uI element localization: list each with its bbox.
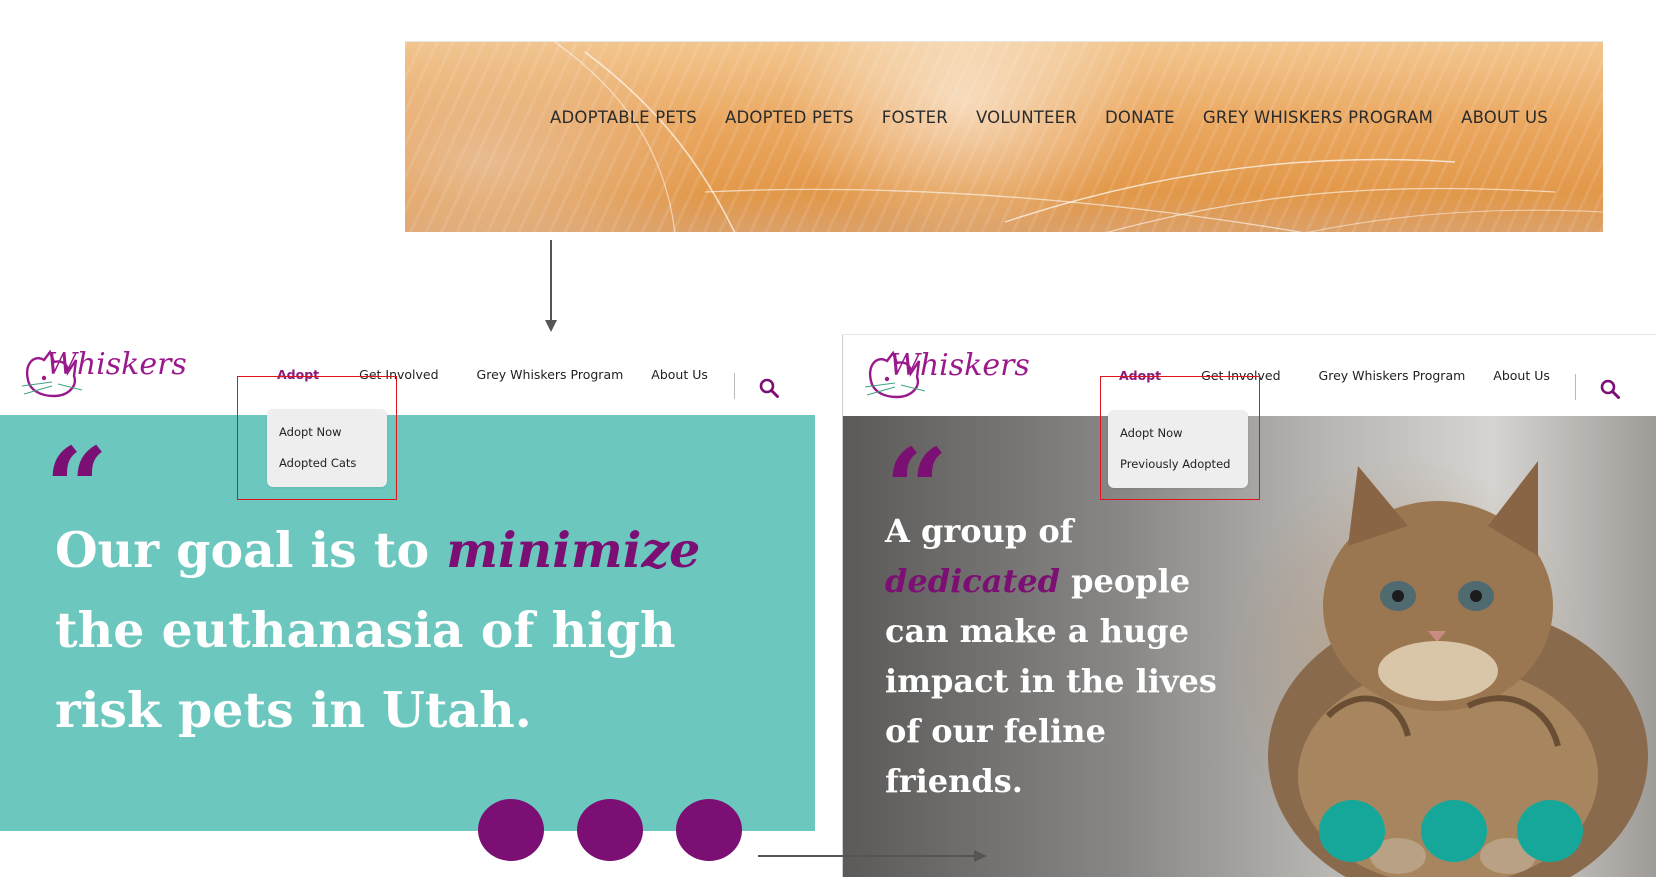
hero-headline-part1: Our goal is to xyxy=(55,521,447,579)
nav-grey-whiskers-program[interactable]: Grey Whiskers Program xyxy=(1319,368,1466,383)
annotation-highlight-box xyxy=(237,376,397,500)
old-header-banner: ADOPTABLE PETS ADOPTED PETS FOSTER VOLUN… xyxy=(405,41,1603,232)
mockup-left-header: Whiskers Adopt Get Involved Grey Whisker… xyxy=(0,334,815,415)
hero-headline-highlight: dedicated xyxy=(885,562,1060,600)
nav-divider xyxy=(734,373,735,399)
whiskers-decoration xyxy=(554,42,1603,232)
nav-divider xyxy=(1575,374,1576,400)
logo-wordmark: Whiskers xyxy=(889,348,1030,383)
flow-arrow-down-head xyxy=(545,320,557,332)
logo-wordmark: Whiskers xyxy=(46,347,187,382)
hero-headline-highlight: minimize xyxy=(446,521,701,579)
hero-banner-teal: “ Our goal is to minimize the euthanasia… xyxy=(0,415,815,831)
flow-arrow-right xyxy=(758,855,976,857)
flow-arrow-right-head xyxy=(974,850,987,862)
old-nav-volunteer[interactable]: VOLUNTEER xyxy=(976,108,1077,127)
search-icon[interactable] xyxy=(759,378,779,398)
flow-arrow-down xyxy=(550,240,552,328)
slider-dot-3[interactable] xyxy=(676,799,742,861)
old-nav-about-us[interactable]: ABOUT US xyxy=(1461,108,1548,127)
nav-about-us[interactable]: About Us xyxy=(1493,368,1550,383)
hero-headline-part2: the euthanasia of high risk pets in Utah… xyxy=(55,601,676,739)
mockup-right: Whiskers Adopt Get Involved Grey Whisker… xyxy=(842,334,1656,877)
nav-grey-whiskers-program[interactable]: Grey Whiskers Program xyxy=(477,367,624,382)
slider-dot-1[interactable] xyxy=(1319,800,1385,862)
old-nav-foster[interactable]: FOSTER xyxy=(882,108,948,127)
mockup-left: Whiskers Adopt Get Involved Grey Whisker… xyxy=(0,334,815,877)
search-icon[interactable] xyxy=(1600,379,1620,399)
old-main-nav: ADOPTABLE PETS ADOPTED PETS FOSTER VOLUN… xyxy=(550,108,1548,127)
slider-dot-2[interactable] xyxy=(1421,800,1487,862)
old-nav-adoptable-pets[interactable]: ADOPTABLE PETS xyxy=(550,108,697,127)
slider-dot-2[interactable] xyxy=(577,799,643,861)
hero-headline: Our goal is to minimize the euthanasia o… xyxy=(55,510,795,750)
nav-about-us[interactable]: About Us xyxy=(651,367,708,382)
hero-headline-part1: A group of xyxy=(885,512,1074,550)
annotation-highlight-box xyxy=(1100,376,1260,500)
slider-dot-3[interactable] xyxy=(1517,800,1583,862)
hero-headline: A group of dedicated people can make a h… xyxy=(885,506,1230,806)
old-nav-adopted-pets[interactable]: ADOPTED PETS xyxy=(725,108,854,127)
old-nav-grey-whiskers[interactable]: GREY WHISKERS PROGRAM xyxy=(1203,108,1433,127)
old-nav-donate[interactable]: DONATE xyxy=(1105,108,1175,127)
slider-dot-1[interactable] xyxy=(478,799,544,861)
